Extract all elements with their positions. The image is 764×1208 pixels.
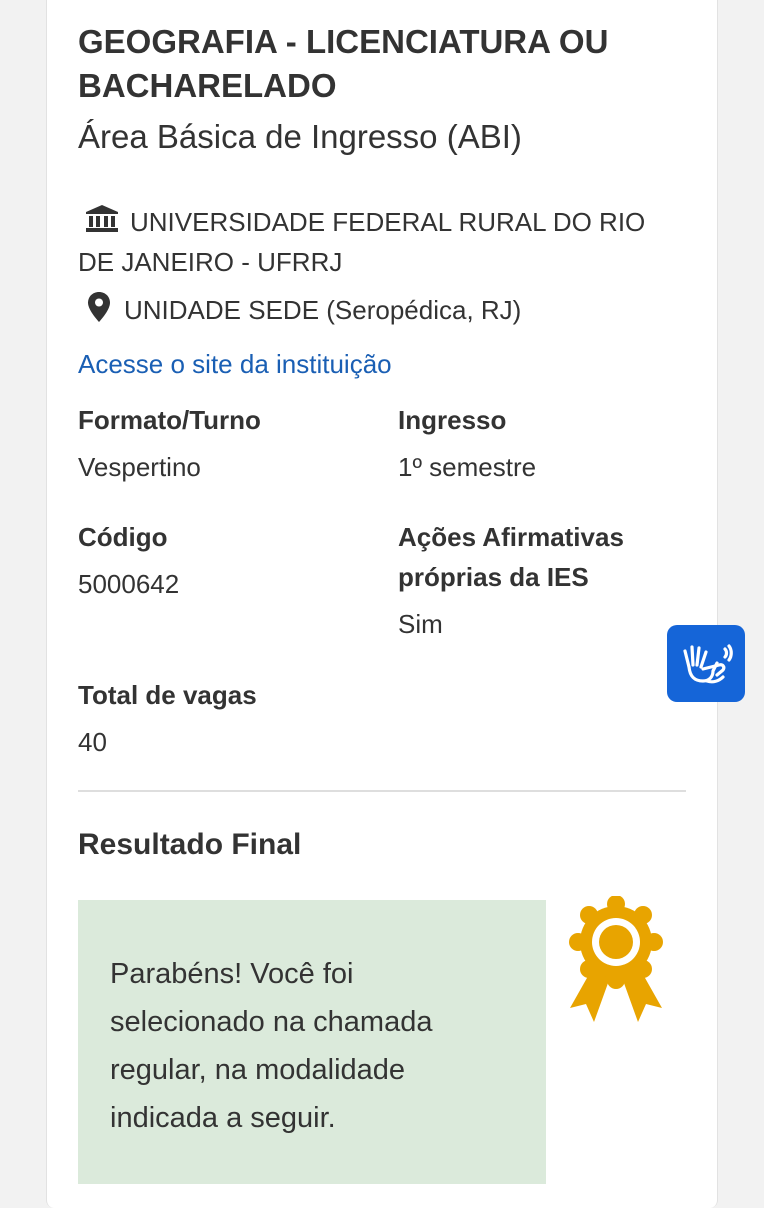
codigo-label: Código [78, 522, 168, 552]
result-message: Parabéns! Você foi selecionado na chamad… [110, 958, 433, 1134]
course-subtitle: Área Básica de Ingresso (ABI) [78, 118, 522, 155]
ingresso-label: Ingresso [398, 405, 507, 435]
total-vagas-value: 40 [78, 727, 107, 757]
result-title: Resultado Final [78, 828, 302, 861]
total-vagas-label: Total de vagas [78, 680, 257, 710]
ingresso-value: 1º semestre [398, 452, 537, 482]
institution-row: UNIVERSIDADE FEDERAL RURAL DO RIO DE JAN… [78, 202, 668, 282]
formato-turno-value: Vespertino [78, 452, 201, 482]
codigo-value: 5000642 [78, 569, 180, 599]
institution-building-icon [86, 205, 118, 232]
result-message-box: Parabéns! Você foi selecionado na chamad… [78, 900, 546, 1184]
course-title: GEOGRAFIA - LICENCIATURA OU BACHARELADO [78, 23, 609, 104]
award-ribbon-icon [569, 896, 663, 1022]
formato-turno-label: Formato/Turno [78, 405, 261, 435]
institution-site-link[interactable]: Acesse o site da instituição [78, 346, 392, 382]
acoes-afirmativas-label: Ações Afirmativas próprias da IES [398, 522, 624, 592]
acoes-afirmativas-value: Sim [398, 609, 443, 639]
institution-name: UNIVERSIDADE FEDERAL RURAL DO RIO DE JAN… [78, 207, 646, 277]
sign-language-hands-icon [683, 644, 733, 684]
location-row: UNIDADE SEDE (Seropédica, RJ) [84, 290, 521, 330]
sign-language-accessibility-button[interactable] [667, 625, 745, 702]
location-pin-icon [88, 292, 110, 322]
section-divider [78, 790, 686, 792]
location-text: UNIDADE SEDE (Seropédica, RJ) [124, 295, 522, 325]
